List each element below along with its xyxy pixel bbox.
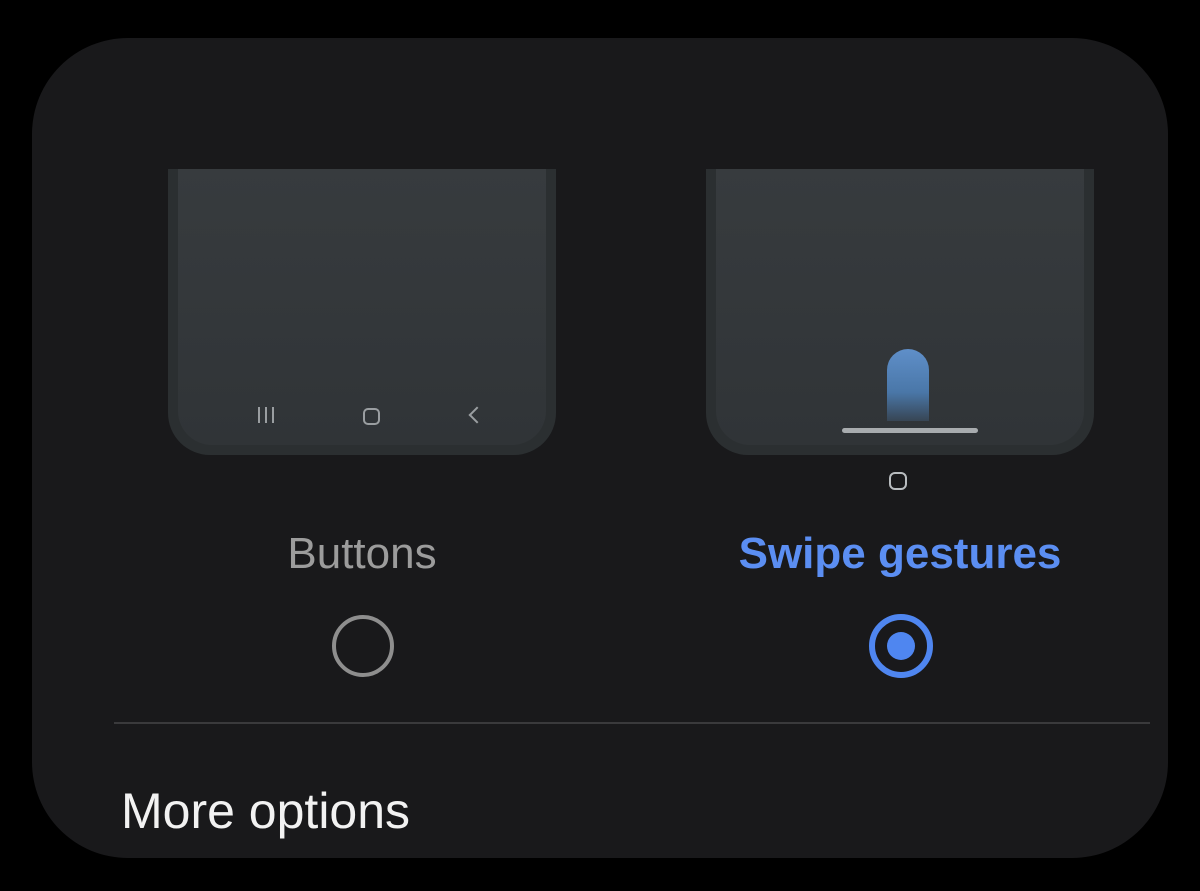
- buttons-preview-screen: [178, 169, 546, 445]
- swipe-gestures-option-label[interactable]: Swipe gestures: [672, 526, 1128, 582]
- swipe-gestures-radio[interactable]: [869, 614, 933, 678]
- buttons-radio[interactable]: [332, 615, 394, 677]
- recents-icon: [258, 407, 276, 423]
- swipe-finger-icon: [887, 349, 929, 421]
- swipe-gestures-preview[interactable]: [706, 169, 1094, 455]
- swipe-gestures-preview-screen: [716, 169, 1084, 445]
- buttons-option-label[interactable]: Buttons: [168, 526, 556, 582]
- home-icon: [363, 408, 380, 425]
- divider: [114, 722, 1150, 724]
- back-icon: [468, 406, 486, 424]
- radio-selected-dot: [887, 632, 915, 660]
- more-options-item[interactable]: More options: [121, 780, 410, 842]
- gesture-bar-icon: [842, 428, 978, 433]
- home-hint-icon: [889, 472, 907, 490]
- navigation-type-card: Buttons Swipe gestures More options: [32, 38, 1168, 858]
- buttons-preview[interactable]: [168, 169, 556, 455]
